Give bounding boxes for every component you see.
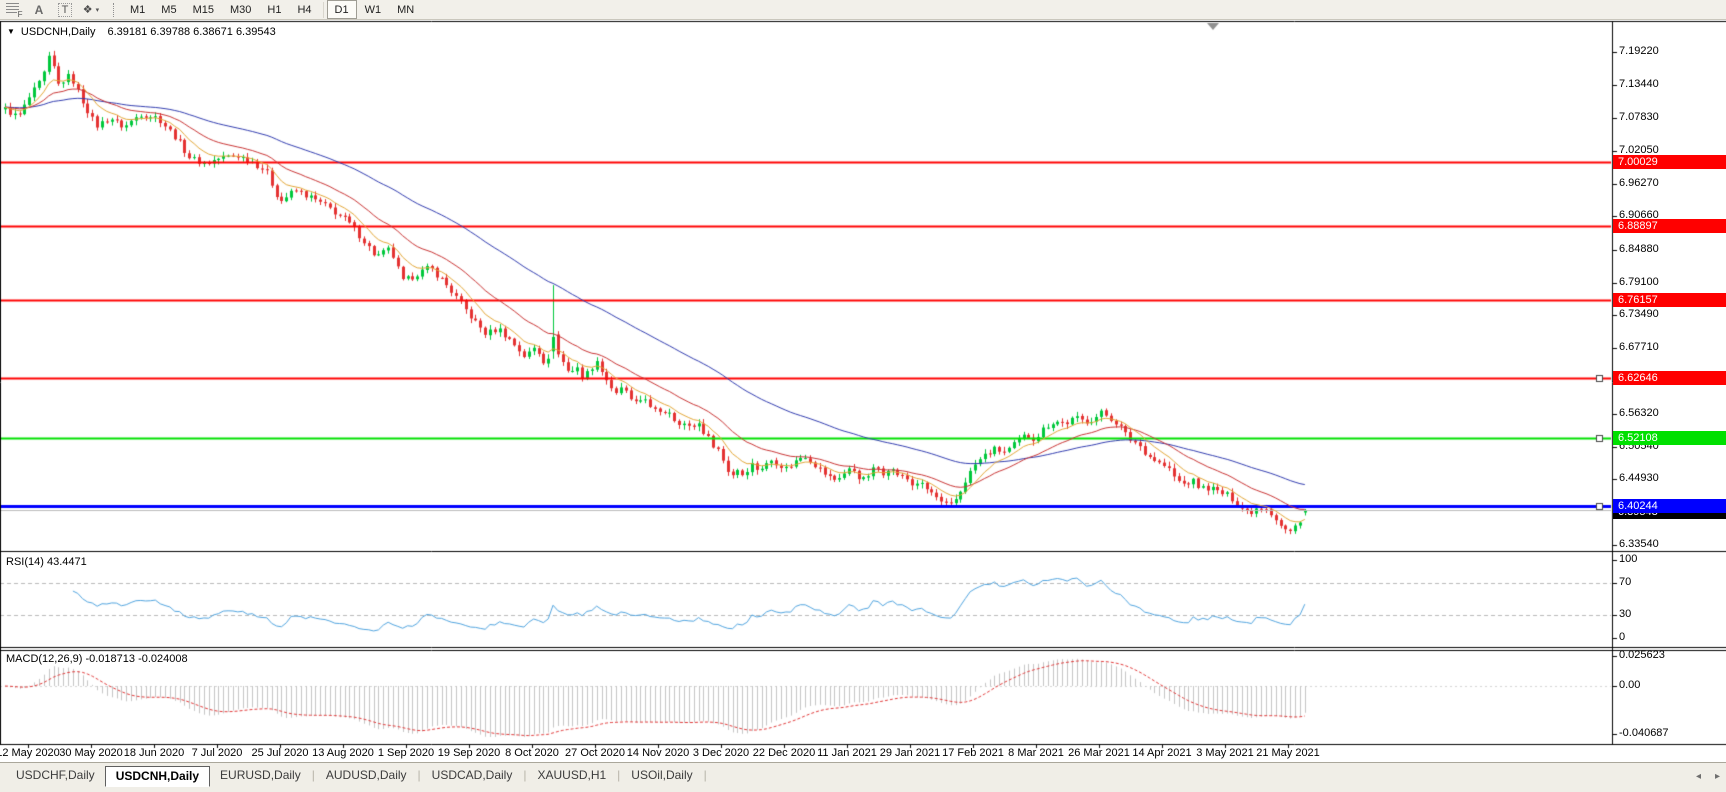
chart-tab-eurusd[interactable]: EURUSD,Daily: [210, 766, 311, 785]
timeframe-button-d1[interactable]: D1: [327, 0, 357, 19]
tab-separator: |: [703, 766, 708, 784]
timeframe-group: M1M5M15M30H1H4 D1W1MN: [122, 0, 422, 19]
text-box-tool[interactable]: T: [55, 2, 75, 18]
timeframe-button-m1[interactable]: M1: [122, 0, 153, 19]
chart-tab-usoil[interactable]: USOil,Daily: [621, 766, 702, 785]
tab-scroll-left-icon[interactable]: ◂: [1696, 771, 1701, 782]
price-chart-canvas[interactable]: [0, 0, 1726, 792]
chart-tabs: USDCHF,DailyUSDCNH,DailyEURUSD,Daily | AUD…: [6, 766, 708, 787]
mt4-terminal-window: F A T ❖ ▾ M1M5M15M30H1H4D1W1MN ▼USDCNH,D…: [0, 0, 1726, 792]
fibonacci-retracement-tool[interactable]: F: [3, 2, 23, 18]
chart-tab-bar: USDCHF,DailyUSDCNH,DailyEURUSD,Daily | AUD…: [0, 762, 1726, 792]
text-box-icon: T: [58, 3, 73, 17]
top-toolbar: F A T ❖ ▾ M1M5M15M30H1H4 D1W1MN: [0, 0, 1726, 20]
tab-scroll-right-icon[interactable]: ▸: [1715, 771, 1720, 782]
timeframe-button-w1[interactable]: W1: [357, 0, 390, 19]
chart-tab-usdchf[interactable]: USDCHF,Daily: [6, 766, 105, 785]
timeframe-button-m15[interactable]: M15: [185, 0, 222, 19]
toolbar-divider: [323, 2, 324, 18]
timeframe-button-m5[interactable]: M5: [153, 0, 184, 19]
text-label-icon: A: [35, 3, 44, 17]
chart-tab-xauusd[interactable]: XAUUSD,H1: [527, 766, 616, 785]
chart-tab-usdcad[interactable]: USDCAD,Daily: [422, 766, 523, 785]
chart-tab-usdcnh[interactable]: USDCNH,Daily: [105, 766, 210, 787]
chart-tab-audusd[interactable]: AUDUSD,Daily: [316, 766, 417, 785]
fibonacci-icon: F: [6, 3, 21, 16]
timeframe-button-h4[interactable]: H4: [289, 0, 319, 19]
arrow-objects-tool[interactable]: ❖ ▾: [81, 2, 101, 18]
chevron-down-icon: ▾: [96, 6, 100, 14]
arrows-icon: ❖: [83, 3, 93, 16]
timeframe-button-mn[interactable]: MN: [389, 0, 422, 19]
timeframe-button-m30[interactable]: M30: [222, 0, 259, 19]
text-label-tool[interactable]: A: [29, 2, 49, 18]
toolbar-grip: [113, 3, 116, 17]
tab-scroll-buttons: ◂ ▸: [1696, 771, 1720, 782]
timeframe-button-h1[interactable]: H1: [259, 0, 289, 19]
